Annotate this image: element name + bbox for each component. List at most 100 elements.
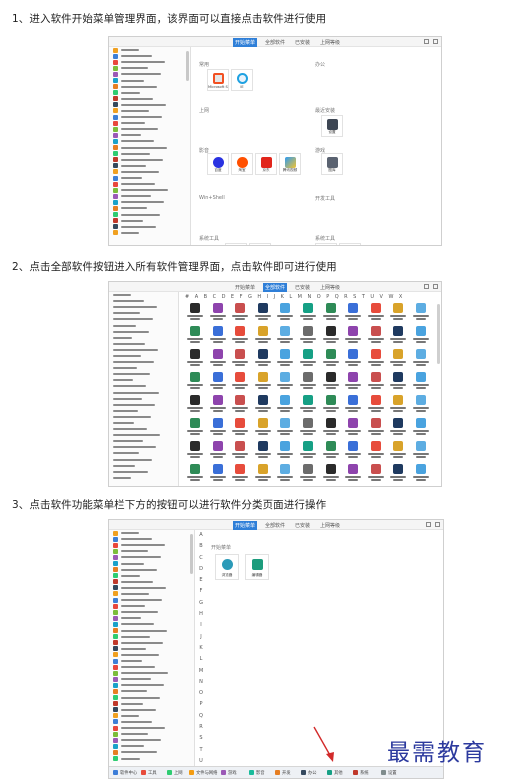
software-item[interactable] <box>342 395 364 415</box>
software-item[interactable] <box>387 349 409 369</box>
app-tile[interactable] <box>315 243 337 245</box>
software-item[interactable] <box>252 464 274 484</box>
alphabet-letter[interactable]: U <box>370 294 374 300</box>
software-item[interactable] <box>229 372 251 392</box>
app-tile-jd[interactable]: 京东 <box>255 153 277 175</box>
tab-all-software[interactable]: 全部软件 <box>263 521 287 530</box>
category-button[interactable]: 工具 <box>141 769 157 776</box>
alphabet-letter[interactable]: X <box>399 294 402 300</box>
software-item[interactable] <box>365 349 387 369</box>
alphabet-letter[interactable]: K <box>281 294 284 300</box>
tab-all-software[interactable]: 全部软件 <box>263 283 288 292</box>
software-item[interactable] <box>184 326 206 346</box>
software-item[interactable] <box>229 303 251 323</box>
software-item[interactable] <box>410 464 432 484</box>
software-item[interactable] <box>365 395 387 415</box>
software-item[interactable] <box>387 303 409 323</box>
tab-installed[interactable]: 已安装 <box>293 283 312 292</box>
software-item[interactable] <box>320 464 342 484</box>
software-item[interactable] <box>184 464 206 484</box>
software-item[interactable] <box>207 326 229 346</box>
index-letter[interactable]: J <box>200 634 201 640</box>
software-item[interactable] <box>252 372 274 392</box>
software-item[interactable] <box>365 464 387 484</box>
close-button[interactable] <box>433 284 438 289</box>
software-item[interactable] <box>342 418 364 438</box>
software-item[interactable] <box>320 326 342 346</box>
software-item[interactable] <box>252 326 274 346</box>
alphabet-letter[interactable]: # <box>185 294 189 300</box>
software-item[interactable] <box>297 464 319 484</box>
alphabet-letter[interactable]: D <box>222 294 226 300</box>
tab-level[interactable]: 上网等级 <box>318 283 342 292</box>
software-item[interactable] <box>342 372 364 392</box>
alphabet-letter[interactable]: R <box>344 294 347 300</box>
software-item[interactable] <box>387 441 409 461</box>
software-item[interactable] <box>365 441 387 461</box>
app-tile-ie[interactable]: IE <box>231 69 253 91</box>
software-item[interactable] <box>320 372 342 392</box>
software-item[interactable] <box>184 418 206 438</box>
software-item[interactable] <box>320 303 342 323</box>
software-item[interactable] <box>274 441 296 461</box>
tab-level[interactable]: 上网等级 <box>318 521 342 530</box>
software-item[interactable] <box>274 326 296 346</box>
software-item[interactable] <box>229 349 251 369</box>
alphabet-letter[interactable]: V <box>380 294 383 300</box>
software-item[interactable] <box>342 441 364 461</box>
alphabet-letter[interactable]: I <box>267 294 268 300</box>
software-item[interactable] <box>387 464 409 484</box>
software-item[interactable] <box>252 303 274 323</box>
alphabet-letter[interactable]: S <box>353 294 356 300</box>
tab-start-menu[interactable]: 开始菜单 <box>233 283 257 292</box>
software-item[interactable] <box>252 441 274 461</box>
category-button[interactable]: 其他 <box>327 769 343 776</box>
software-item[interactable] <box>410 349 432 369</box>
software-item[interactable] <box>410 441 432 461</box>
software-item[interactable] <box>207 418 229 438</box>
category-button[interactable]: 设置 <box>381 769 397 776</box>
software-item[interactable] <box>297 372 319 392</box>
software-item[interactable] <box>207 441 229 461</box>
app-tile[interactable] <box>249 243 271 245</box>
software-item[interactable] <box>274 372 296 392</box>
app-tile-baidu[interactable]: 百度 <box>207 153 229 175</box>
index-letter[interactable]: H <box>199 611 203 617</box>
software-item[interactable] <box>207 464 229 484</box>
close-button[interactable] <box>433 39 438 44</box>
software-item[interactable] <box>410 372 432 392</box>
software-item[interactable] <box>320 395 342 415</box>
software-item[interactable] <box>342 326 364 346</box>
category-button[interactable]: 文件与网络 <box>189 769 217 776</box>
alphabet-letter[interactable]: Q <box>335 294 339 300</box>
index-letter[interactable]: Q <box>199 713 203 719</box>
alphabet-letter[interactable]: H <box>257 294 261 300</box>
index-letter[interactable]: M <box>199 668 203 674</box>
index-letter[interactable]: B <box>199 543 202 549</box>
index-letter[interactable]: G <box>199 600 203 606</box>
index-letter[interactable]: U <box>199 758 203 764</box>
alphabet-letter[interactable]: J <box>274 294 275 300</box>
software-item[interactable] <box>184 303 206 323</box>
app-tile-taobao[interactable]: 淘宝 <box>231 153 253 175</box>
alphabet-letter[interactable]: F <box>240 294 243 300</box>
close-button[interactable] <box>435 522 440 527</box>
index-letter[interactable]: S <box>199 735 202 741</box>
software-item[interactable] <box>252 418 274 438</box>
software-item[interactable] <box>297 395 319 415</box>
software-item[interactable] <box>320 349 342 369</box>
software-item[interactable] <box>274 395 296 415</box>
tab-level[interactable]: 上网等级 <box>318 38 342 47</box>
index-letter[interactable]: C <box>199 555 203 561</box>
software-item[interactable] <box>342 464 364 484</box>
software-item[interactable] <box>297 303 319 323</box>
software-item[interactable] <box>207 303 229 323</box>
sidebar-scrollbar[interactable] <box>186 51 189 81</box>
alphabet-letter[interactable]: L <box>289 294 292 300</box>
software-item[interactable] <box>342 349 364 369</box>
index-letter[interactable]: R <box>199 724 202 730</box>
tab-installed[interactable]: 已安装 <box>293 38 312 47</box>
category-button[interactable]: 影音 <box>249 769 265 776</box>
sidebar-item[interactable] <box>109 230 190 236</box>
software-item[interactable] <box>297 326 319 346</box>
